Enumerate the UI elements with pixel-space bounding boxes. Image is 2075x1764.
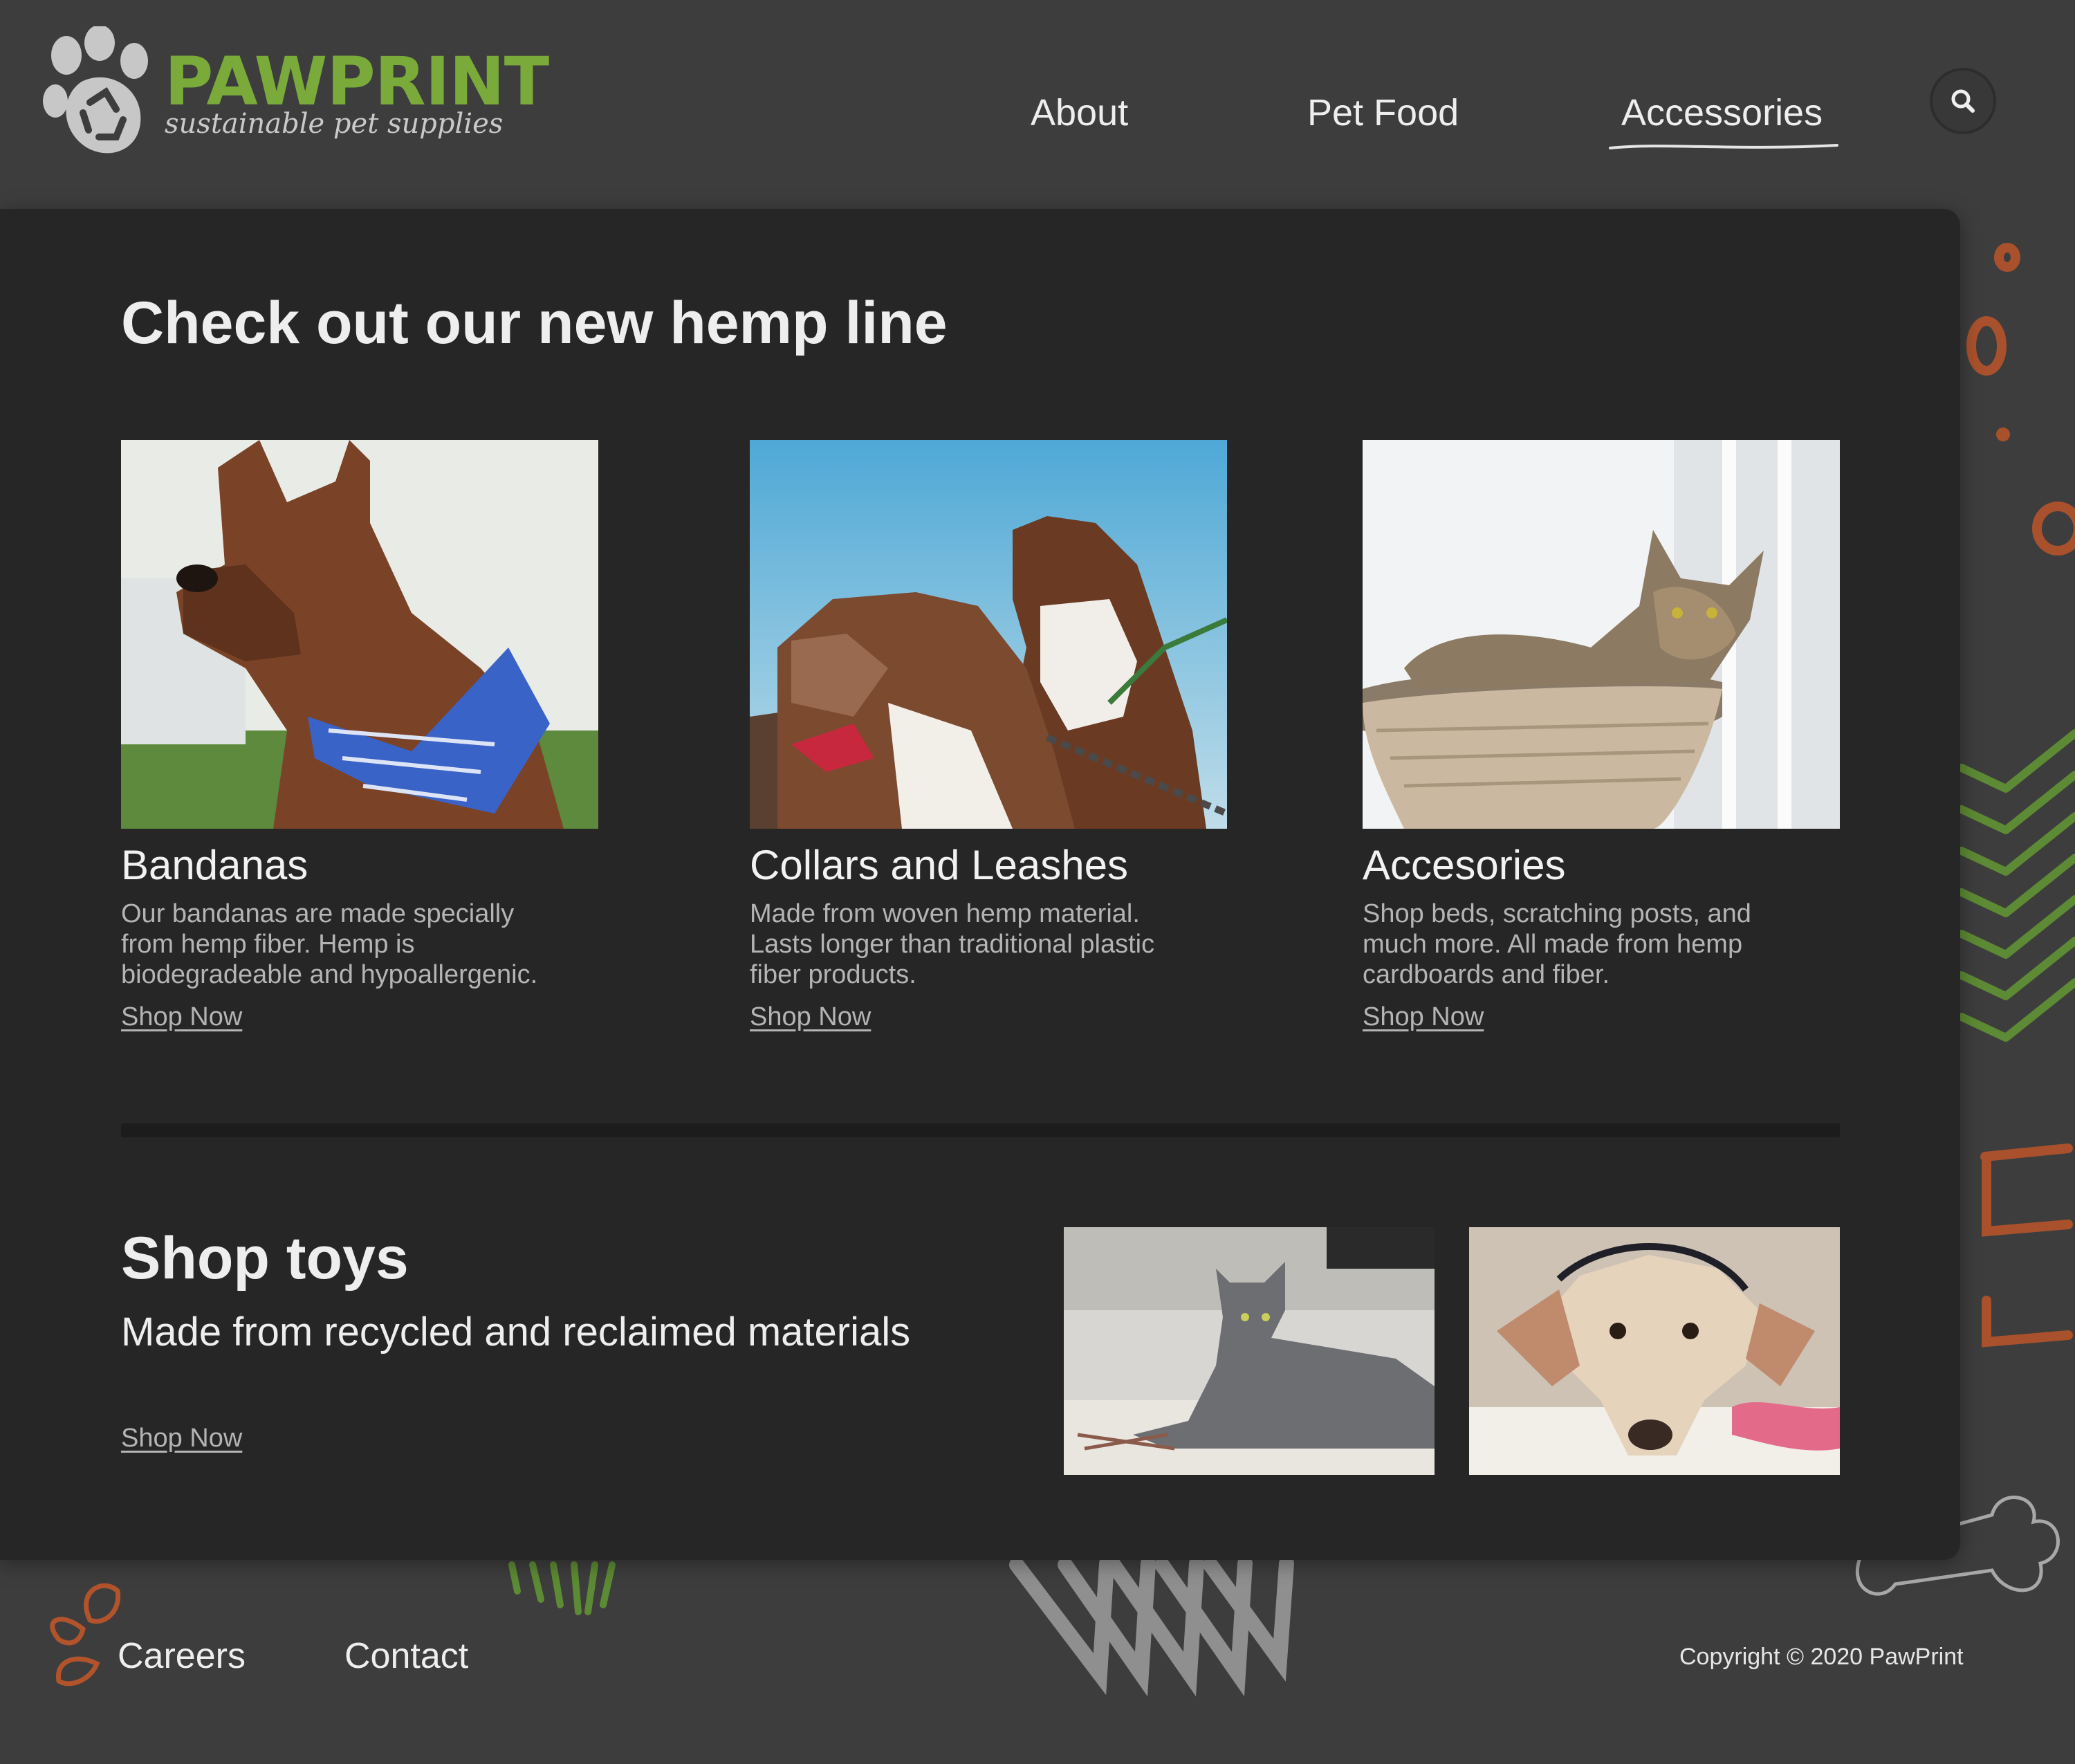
product-name: Collars and Leashes <box>750 842 1129 888</box>
shop-toys-heading: Shop toys <box>121 1225 409 1292</box>
search-button[interactable] <box>1930 68 1996 134</box>
nav-link-accessories[interactable]: Accessories <box>1621 91 1823 134</box>
dog-bandana-photo[interactable] <box>121 440 598 829</box>
section-divider <box>121 1123 1840 1137</box>
product-name: Bandanas <box>121 842 308 888</box>
product-card-accesories: Accesories Shop beds, scratching posts, … <box>1363 440 1840 1032</box>
product-name: Accesories <box>1363 842 1566 888</box>
cat-basket-photo[interactable] <box>1363 440 1840 829</box>
hemp-line-heading: Check out our new hemp line <box>121 290 948 356</box>
main-content-card: Check out our new hemp line Bandanas Our… <box>0 209 1960 1560</box>
dogs-leashes-photo[interactable] <box>750 440 1227 829</box>
footer-link-contact[interactable]: Contact <box>344 1635 468 1677</box>
nav-link-about[interactable]: About <box>1031 91 1128 134</box>
nav-link-pet-food[interactable]: Pet Food <box>1307 91 1459 134</box>
shop-toys-link[interactable]: Shop Now <box>121 1424 242 1453</box>
grey-cat-photo[interactable] <box>1064 1227 1435 1475</box>
product-card-bandanas: Bandanas Our bandanas are made specially… <box>121 440 598 1032</box>
paw-recycle-icon <box>43 26 148 154</box>
brand-tagline: sustainable pet supplies <box>165 108 504 140</box>
dog-rope-toy-photo[interactable] <box>1469 1227 1840 1475</box>
footer-link-careers[interactable]: Careers <box>118 1635 246 1677</box>
shop-now-link[interactable]: Shop Now <box>1363 1002 1484 1032</box>
product-description: Our bandanas are made specially from hem… <box>121 899 538 989</box>
shop-now-link[interactable]: Shop Now <box>121 1002 242 1032</box>
active-nav-underline <box>1609 144 1838 149</box>
brand-logo[interactable]: PAWPRINT sustainable pet supplies <box>40 26 549 165</box>
search-icon <box>1951 89 1975 113</box>
product-description: Made from woven hemp material. Lasts lon… <box>750 899 1155 989</box>
copyright-text: Copyright © 2020 PawPrint <box>1679 1644 1964 1670</box>
shop-toys-subtitle: Made from recycled and reclaimed materia… <box>121 1310 911 1354</box>
product-card-collars-leashes: Collars and Leashes Made from woven hemp… <box>750 440 1227 1032</box>
shop-now-link[interactable]: Shop Now <box>750 1002 871 1032</box>
product-description: Shop beds, scratching posts, and much mo… <box>1363 899 1751 989</box>
